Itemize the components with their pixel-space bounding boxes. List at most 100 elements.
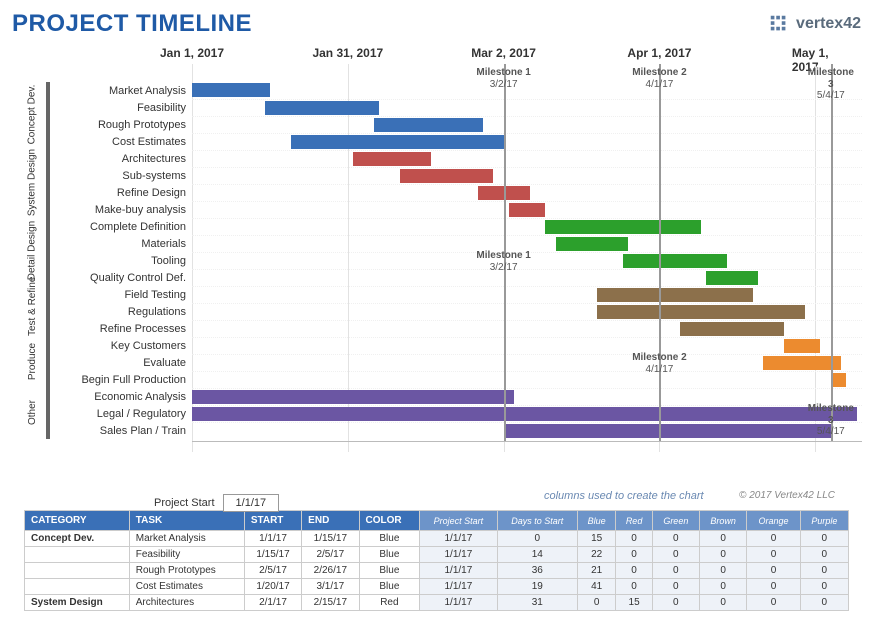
row-label: Architectures — [52, 153, 186, 165]
page-title: PROJECT TIMELINE — [12, 10, 252, 38]
cell-ps: 1/1/17 — [420, 595, 497, 611]
gantt-bar — [597, 288, 753, 302]
cell-task[interactable]: Market Analysis — [129, 531, 244, 547]
cell-end[interactable]: 2/5/17 — [302, 547, 359, 563]
group-label: Concept Dev. — [27, 81, 38, 149]
table-row: Rough Prototypes2/5/172/26/17Blue1/1/173… — [25, 563, 849, 579]
logo-text: vertex42 — [796, 15, 861, 33]
cell-task[interactable]: Feasibility — [129, 547, 244, 563]
cell-category[interactable]: System Design — [25, 595, 130, 611]
copyright: © 2017 Vertex42 LLC — [739, 490, 835, 501]
cell-red: 0 — [616, 547, 653, 563]
col-subheader: Red — [616, 511, 653, 531]
cell-start[interactable]: 1/20/17 — [244, 579, 301, 595]
cell-category[interactable] — [25, 547, 130, 563]
milestone-label: Milestone 35/4/17 — [808, 67, 854, 102]
cell-task[interactable]: Cost Estimates — [129, 579, 244, 595]
cell-ps: 1/1/17 — [420, 563, 497, 579]
table-row: System DesignArchitectures2/1/172/15/17R… — [25, 595, 849, 611]
cell-color[interactable]: Blue — [359, 563, 420, 579]
gantt-row: Feasibility — [192, 99, 862, 116]
cell-start[interactable]: 2/1/17 — [244, 595, 301, 611]
cell-category[interactable] — [25, 579, 130, 595]
cell-task[interactable]: Architectures — [129, 595, 244, 611]
milestone-label: Milestone 13/2/17 — [476, 67, 530, 90]
milestone-label: Milestone 24/1/17 — [632, 67, 686, 90]
gantt-bar — [706, 271, 758, 285]
col-header: END — [302, 511, 359, 531]
cell-category[interactable] — [25, 563, 130, 579]
gantt-bar — [597, 305, 805, 319]
cell-category[interactable]: Concept Dev. — [25, 531, 130, 547]
axis-tick: Apr 1, 2017 — [627, 46, 691, 60]
cell-dts: 36 — [497, 563, 577, 579]
col-subheader: Days to Start — [497, 511, 577, 531]
cell-end[interactable]: 3/1/17 — [302, 579, 359, 595]
col-subheader: Project Start — [420, 511, 497, 531]
gantt-row: Begin Full Production — [192, 371, 862, 388]
cell-color[interactable]: Red — [359, 595, 420, 611]
cell-orange: 0 — [747, 563, 800, 579]
row-label: Sub-systems — [52, 170, 186, 182]
cell-orange: 0 — [747, 531, 800, 547]
table-row: Feasibility1/15/172/5/17Blue1/1/17142200… — [25, 547, 849, 563]
gantt-bar — [353, 152, 431, 166]
row-label: Rough Prototypes — [52, 119, 186, 131]
row-label: Field Testing — [52, 289, 186, 301]
cell-green: 0 — [652, 595, 699, 611]
cell-red: 0 — [616, 563, 653, 579]
row-label: Make-buy analysis — [52, 204, 186, 216]
gantt-row: Economic Analysis — [192, 388, 862, 405]
cell-start[interactable]: 1/1/17 — [244, 531, 301, 547]
row-label: Key Customers — [52, 340, 186, 352]
gantt-bar — [545, 220, 701, 234]
cell-brown: 0 — [699, 547, 747, 563]
gantt-row: Sales Plan / Train — [192, 422, 862, 439]
gantt-row: Regulations — [192, 303, 862, 320]
cell-end[interactable]: 1/15/17 — [302, 531, 359, 547]
cell-green: 0 — [652, 563, 699, 579]
row-label: Market Analysis — [52, 85, 186, 97]
row-label: Tooling — [52, 255, 186, 267]
cell-brown: 0 — [699, 595, 747, 611]
cell-purple: 0 — [800, 595, 848, 611]
cell-end[interactable]: 2/26/17 — [302, 563, 359, 579]
cell-color[interactable]: Blue — [359, 531, 420, 547]
gantt-row: Architectures — [192, 150, 862, 167]
row-label: Sales Plan / Train — [52, 425, 186, 437]
cell-green: 0 — [652, 547, 699, 563]
cell-blue: 21 — [577, 563, 615, 579]
milestone-label: Milestone 13/2/17 — [476, 250, 530, 273]
gantt-row: Rough Prototypes — [192, 116, 862, 133]
cell-dts: 19 — [497, 579, 577, 595]
gantt-bar — [265, 101, 379, 115]
gantt-row: Refine Processes — [192, 320, 862, 337]
logo-icon — [768, 13, 790, 35]
row-label: Begin Full Production — [52, 374, 186, 386]
cell-orange: 0 — [747, 595, 800, 611]
gantt-bar — [831, 373, 847, 387]
cell-ps: 1/1/17 — [420, 579, 497, 595]
cell-red: 0 — [616, 531, 653, 547]
col-header: START — [244, 511, 301, 531]
gantt-bar — [556, 237, 629, 251]
cell-dts: 0 — [497, 531, 577, 547]
cell-task[interactable]: Rough Prototypes — [129, 563, 244, 579]
cell-orange: 0 — [747, 579, 800, 595]
gantt-bar — [784, 339, 820, 353]
cell-purple: 0 — [800, 563, 848, 579]
cell-color[interactable]: Blue — [359, 579, 420, 595]
header: PROJECT TIMELINE vertex42 — [12, 10, 861, 38]
cell-start[interactable]: 2/5/17 — [244, 563, 301, 579]
group-label: Produce — [27, 336, 38, 387]
col-subheader: Green — [652, 511, 699, 531]
table-row: Concept Dev.Market Analysis1/1/171/15/17… — [25, 531, 849, 547]
cell-purple: 0 — [800, 531, 848, 547]
project-start-value[interactable]: 1/1/17 — [223, 494, 280, 512]
cell-color[interactable]: Blue — [359, 547, 420, 563]
gantt-bar — [763, 356, 841, 370]
cell-start[interactable]: 1/15/17 — [244, 547, 301, 563]
row-label: Economic Analysis — [52, 391, 186, 403]
cell-end[interactable]: 2/15/17 — [302, 595, 359, 611]
data-table: CATEGORYTASKSTARTENDCOLORProject StartDa… — [24, 510, 849, 611]
